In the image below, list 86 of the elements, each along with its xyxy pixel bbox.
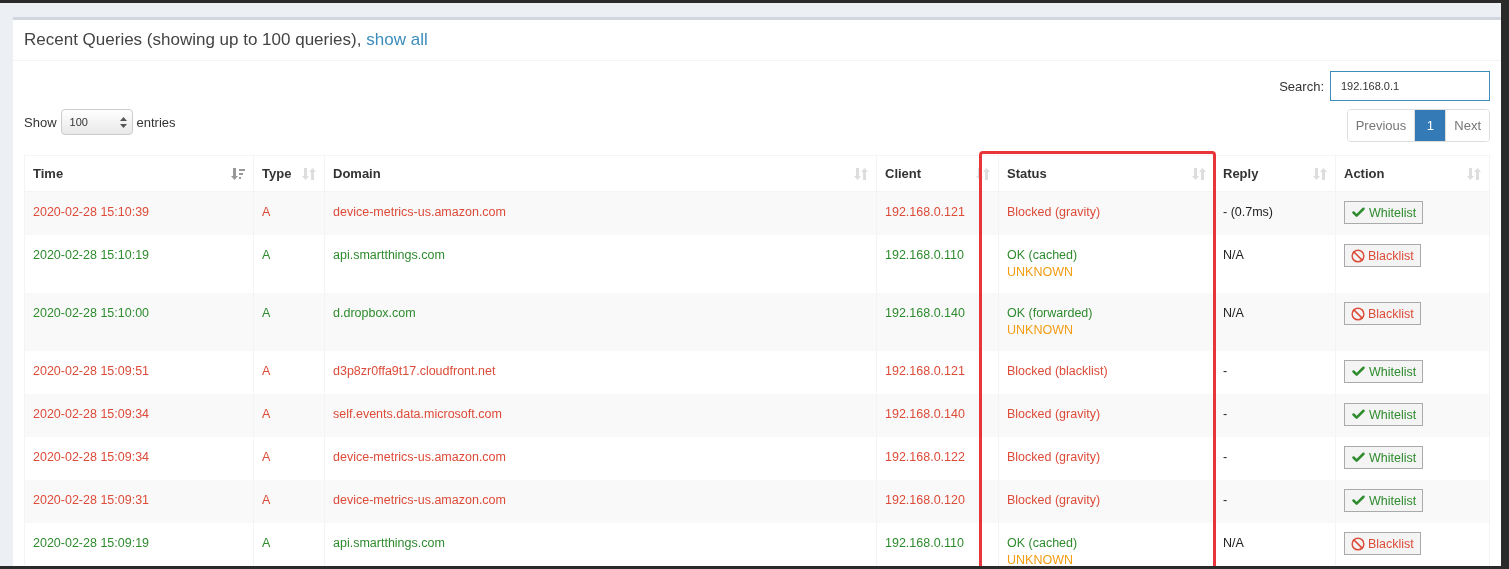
type-cell-text: A [262,449,272,466]
blacklist-button[interactable]: Blacklist [1344,532,1421,555]
show-all-link[interactable]: show all [366,30,428,50]
domain-cell-text: api.smartthings.com [333,247,446,264]
status-cell-text: Blocked (gravity) [1007,492,1102,509]
time-cell-text: 2020-02-28 15:09:34 [33,449,151,466]
status-cell-text: OK (forwarded) [1007,305,1094,322]
column-header[interactable]: Domain [333,166,381,181]
type-cell-text: A [262,363,272,380]
column-header[interactable]: Reply [1223,166,1259,181]
time-cell-text: 2020-02-28 15:10:19 [33,247,151,264]
sort-icon[interactable] [976,166,990,181]
type-cell-text: A [262,406,272,423]
check-icon [1351,407,1366,422]
type-cell-text: A [262,247,272,264]
dnssec-status: UNKNOWN [1007,322,1074,339]
reply-cell-text: N/A [1223,305,1245,322]
status-cell-text: Blocked (gravity) [1007,204,1102,221]
search-label: Search: [1279,78,1324,94]
ban-icon [1351,248,1365,263]
column-header[interactable]: Status [1007,166,1047,181]
type-cell-text: A [262,204,272,221]
reply-cell-text: N/A [1223,535,1245,552]
column-header[interactable]: Time [33,166,64,181]
time-cell-text: 2020-02-28 15:09:19 [33,535,151,552]
reply-cell-text: - (0.7ms) [1223,204,1274,221]
client-cell-text: 192.168.0.121 [885,204,966,221]
page-button[interactable]: 1 [1414,110,1446,141]
sort-descending-icon[interactable] [231,166,245,181]
check-icon [1351,364,1366,379]
check-icon [1351,450,1366,465]
ban-icon [1351,536,1365,551]
show-label: Show [24,114,57,130]
status-cell-text: Blocked (blacklist) [1007,363,1109,380]
whitelist-button[interactable]: Whitelist [1344,201,1424,224]
page-button[interactable]: Next [1445,110,1489,141]
blacklist-button[interactable]: Blacklist [1344,302,1421,325]
domain-cell-text: self.events.data.microsoft.com [333,406,503,423]
domain-cell-text: d3p8zr0ffa9t17.cloudfront.net [333,363,497,380]
blacklist-button[interactable]: Blacklist [1344,244,1421,267]
client-cell-text: 192.168.0.110 [885,535,965,552]
column-header[interactable]: Action [1344,166,1385,181]
type-cell-text: A [262,305,272,322]
domain-cell-text: api.smartthings.com [333,535,446,552]
dnssec-status: UNKNOWN [1007,264,1074,281]
time-cell-text: 2020-02-28 15:09:34 [33,406,151,423]
client-cell-text: 192.168.0.122 [885,449,966,466]
type-cell-text: A [262,492,272,509]
reply-cell-text: - [1223,492,1229,509]
check-icon [1351,205,1366,220]
column-header[interactable]: Client [885,166,922,181]
status-cell-text: Blocked (gravity) [1007,406,1102,423]
time-cell-text: 2020-02-28 15:09:51 [33,363,151,380]
reply-cell-text: - [1223,449,1229,466]
client-cell-text: 192.168.0.110 [885,247,965,264]
whitelist-button[interactable]: Whitelist [1344,360,1424,383]
status-cell-text: Blocked (gravity) [1007,449,1102,466]
whitelist-button[interactable]: Whitelist [1344,403,1424,426]
time-cell-text: 2020-02-28 15:09:31 [33,492,151,509]
domain-cell-text: device-metrics-us.amazon.com [333,449,507,466]
domain-cell-text: device-metrics-us.amazon.com [333,204,507,221]
client-cell-text: 192.168.0.120 [885,492,966,509]
whitelist-button[interactable]: Whitelist [1344,489,1424,512]
box-title: Recent Queries (showing up to 100 queries), [24,30,362,50]
column-header[interactable]: Type [262,166,292,181]
reply-cell-text: - [1223,406,1229,423]
domain-cell-text: device-metrics-us.amazon.com [333,492,507,509]
entries-label: entries [136,114,176,130]
reply-cell-text: - [1223,363,1229,380]
ban-icon [1351,306,1365,321]
status-cell-text: OK (cached) [1007,535,1079,552]
client-cell-text: 192.168.0.140 [885,305,966,322]
check-icon [1351,493,1366,508]
spinner-icon [119,116,127,128]
search-field[interactable]: 192.168.0.1 [1330,71,1490,101]
time-cell-text: 2020-02-28 15:10:39 [33,204,151,221]
client-cell-text: 192.168.0.140 [885,406,966,423]
type-cell-text: A [262,535,272,552]
dnssec-status: UNKNOWN [1007,552,1074,566]
status-cell-text: OK (cached) [1007,247,1079,264]
reply-cell-text: N/A [1223,247,1245,264]
entries-select[interactable]: 100 [60,109,133,135]
domain-cell-text: d.dropbox.com [333,305,417,322]
client-cell-text: 192.168.0.121 [885,363,966,380]
whitelist-button[interactable]: Whitelist [1344,446,1424,469]
time-cell-text: 2020-02-28 15:10:00 [33,305,151,322]
